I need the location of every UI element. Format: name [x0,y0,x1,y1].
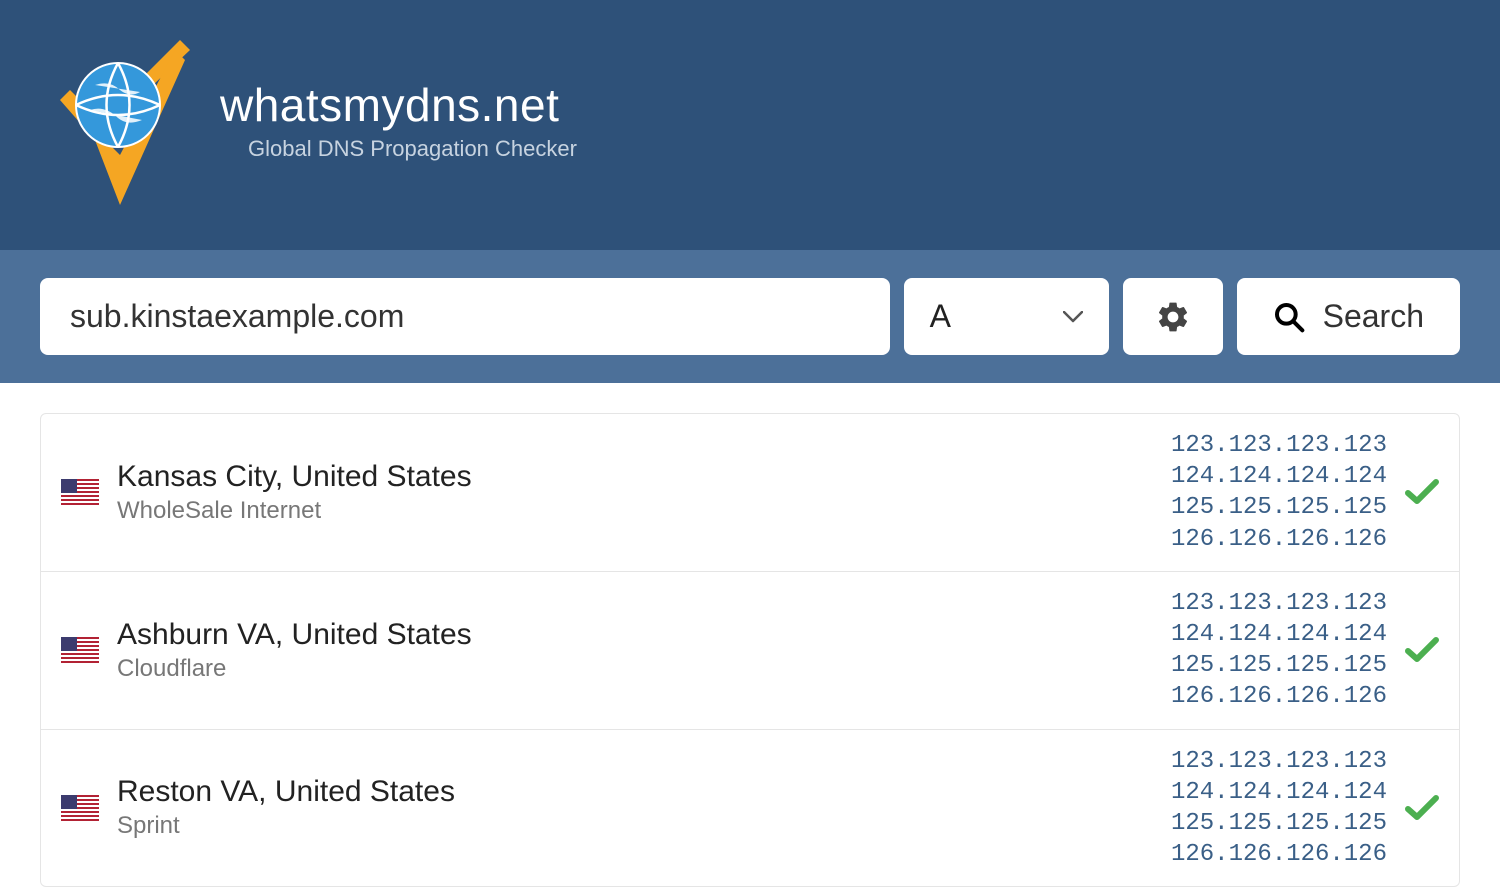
ip-value: 124.124.124.124 [1171,461,1387,492]
flag-us-icon [61,479,99,505]
ip-list: 123.123.123.123124.124.124.124125.125.12… [1171,588,1387,713]
location-name: Reston VA, United States [117,775,1153,809]
ip-list: 123.123.123.123124.124.124.124125.125.12… [1171,430,1387,555]
ip-value: 124.124.124.124 [1171,777,1387,808]
ip-value: 123.123.123.123 [1171,588,1387,619]
check-icon [1405,794,1439,822]
record-type-select[interactable]: A [904,278,1109,355]
site-header: whatsmydns.net Global DNS Propagation Ch… [0,0,1500,250]
flag-us-icon [61,637,99,663]
results-list: Kansas City, United States WholeSale Int… [40,413,1460,887]
search-icon [1273,301,1305,333]
location-block: Kansas City, United States WholeSale Int… [117,460,1153,525]
site-title: whatsmydns.net [220,78,577,132]
ip-value: 126.126.126.126 [1171,681,1387,712]
search-bar: A Search [0,250,1500,383]
flag-us-icon [61,795,99,821]
site-logo-icon [40,30,200,210]
ip-value: 126.126.126.126 [1171,524,1387,555]
location-block: Ashburn VA, United States Cloudflare [117,618,1153,683]
provider-name: Sprint [117,812,1153,840]
ip-list: 123.123.123.123124.124.124.124125.125.12… [1171,746,1387,871]
ip-value: 123.123.123.123 [1171,746,1387,777]
search-button-label: Search [1323,298,1424,335]
record-type-value: A [930,298,951,335]
gear-icon [1155,299,1191,335]
chevron-down-icon [1063,311,1083,323]
location-name: Kansas City, United States [117,460,1153,494]
site-subtitle: Global DNS Propagation Checker [248,136,577,162]
check-icon [1405,478,1439,506]
location-block: Reston VA, United States Sprint [117,775,1153,840]
ip-value: 125.125.125.125 [1171,808,1387,839]
result-row[interactable]: Reston VA, United States Sprint 123.123.… [41,730,1459,887]
result-row[interactable]: Kansas City, United States WholeSale Int… [41,414,1459,572]
provider-name: Cloudflare [117,655,1153,683]
ip-value: 126.126.126.126 [1171,839,1387,870]
ip-value: 125.125.125.125 [1171,492,1387,523]
provider-name: WholeSale Internet [117,497,1153,525]
ip-value: 123.123.123.123 [1171,430,1387,461]
settings-button[interactable] [1123,278,1223,355]
title-block: whatsmydns.net Global DNS Propagation Ch… [220,78,577,162]
results-container: Kansas City, United States WholeSale Int… [0,383,1500,887]
ip-value: 125.125.125.125 [1171,650,1387,681]
result-row[interactable]: Ashburn VA, United States Cloudflare 123… [41,572,1459,730]
check-icon [1405,636,1439,664]
location-name: Ashburn VA, United States [117,618,1153,652]
ip-value: 124.124.124.124 [1171,619,1387,650]
search-button[interactable]: Search [1237,278,1460,355]
domain-input[interactable] [40,278,890,355]
